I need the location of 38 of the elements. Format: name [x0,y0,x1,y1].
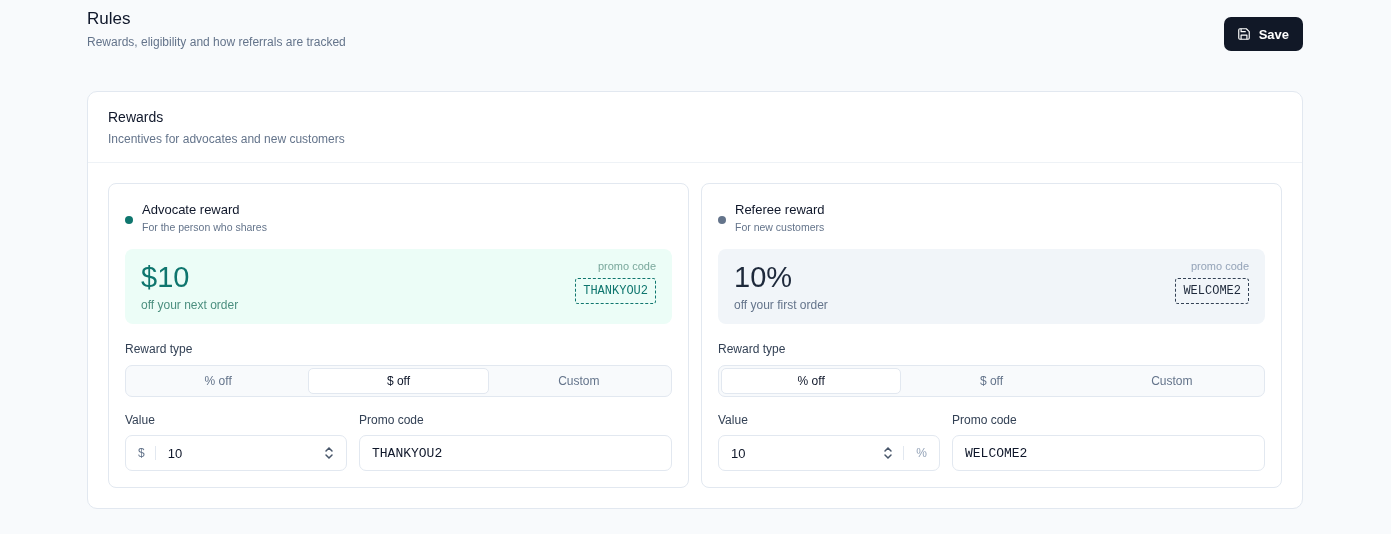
page-subtitle: Rewards, eligibility and how referrals are tracked [87,35,346,49]
field-label: Reward type [718,342,787,356]
value-field[interactable]: 10 % [718,435,940,471]
segment-tab[interactable]: Custom [488,368,669,394]
value-field[interactable]: $ 10 [125,435,347,471]
stepper-icon[interactable] [883,446,894,460]
field-label: Promo code [952,413,1018,427]
promo-code: THANKYOU2 [575,278,656,304]
amount-caption: off your first order [734,298,828,312]
reward-title: Referee reward [735,202,825,217]
field-label: Value [125,413,156,427]
unit-label: $ [138,446,156,460]
segment-tab[interactable]: % off [128,368,309,394]
card-title: Rewards [108,109,165,125]
reward-subtitle: For new customers [735,221,825,233]
save-button[interactable]: Save [1223,17,1303,51]
segment-tab[interactable]: % off [721,368,902,394]
reward-amount: 10% [734,261,794,293]
promo-label: promo code [597,260,656,272]
reward-title: Advocate reward [142,202,241,217]
field-label: Value [718,413,749,427]
promo-code: WELCOME2 [1175,278,1249,304]
segment-tab[interactable]: $ off [901,368,1082,394]
field-label: Reward type [125,342,194,356]
promo-code-field[interactable]: WELCOME2 [952,435,1265,471]
field-label: Promo code [359,413,425,427]
save-icon [1236,27,1251,41]
reward-amount: $10 [141,261,191,293]
promo-code-field[interactable]: THANKYOU2 [359,435,672,471]
segment-tab[interactable]: $ off [308,368,489,394]
segment-tab[interactable]: Custom [1081,368,1262,394]
unit-label: % [903,446,927,460]
page-title: Rules [87,8,132,30]
card-subtitle: Incentives for advocates and new customers [108,132,346,146]
stepper-icon[interactable] [324,446,334,460]
promo-label: promo code [1190,260,1249,272]
amount-caption: off your next order [141,298,239,312]
reward-subtitle: For the person who shares [142,221,267,233]
